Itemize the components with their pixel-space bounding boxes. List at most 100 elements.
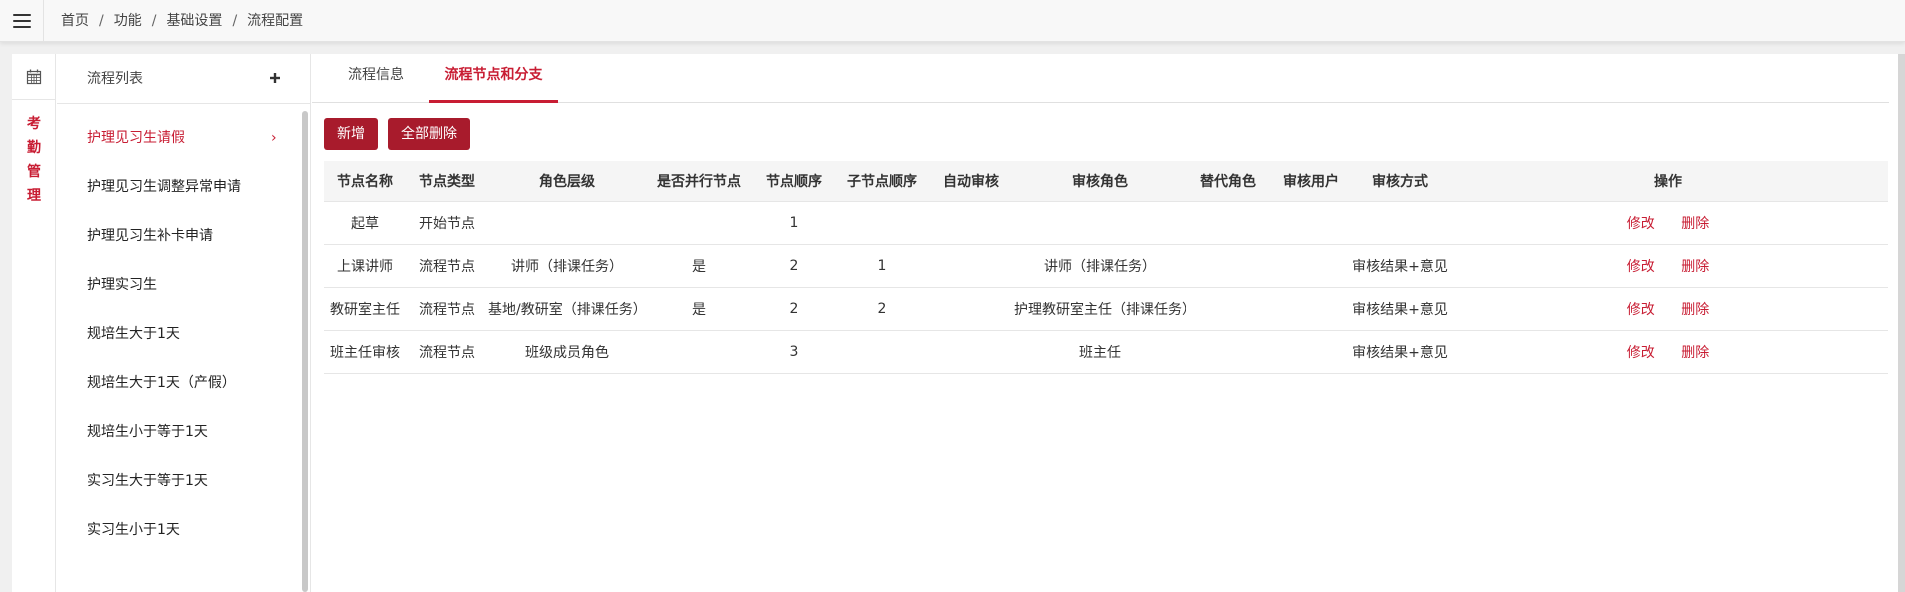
flow-list-item[interactable]: 护理见习生请假 › [57, 114, 303, 163]
attendance-module-label[interactable]: 考 勤 管 理 [12, 112, 56, 208]
module-rail: 考 勤 管 理 [12, 54, 56, 592]
cell-auto-review [928, 244, 1014, 288]
node-table: 节点名称 节点类型 角色层级 是否并行节点 节点顺序 子节点顺序 自动审核 审核… [324, 161, 1888, 374]
cell-actions: 修改 删除 [1448, 201, 1888, 245]
cell-node-type: 流程节点 [406, 330, 488, 374]
cell-role-level [488, 201, 646, 245]
delete-link[interactable]: 删除 [1681, 216, 1709, 232]
flow-list-item-label: 护理见习生请假 [87, 130, 185, 146]
cell-sub-order: 2 [836, 287, 928, 331]
delete-link[interactable]: 删除 [1681, 345, 1709, 361]
module-label-char: 管 [27, 164, 41, 180]
cell-review-method: 审核结果+意见 [1352, 330, 1448, 374]
tab-bar: 流程信息 流程节点和分支 [312, 54, 1889, 103]
cell-role-level: 讲师（排课任务） [488, 244, 646, 288]
table-row: 起草 开始节点 1 修改 删除 [324, 201, 1888, 245]
cell-review-method: 审核结果+意见 [1352, 287, 1448, 331]
flow-list-item[interactable]: 规培生大于1天 [57, 310, 303, 359]
cell-review-role [1014, 201, 1186, 245]
flow-list-item[interactable]: 护理实习生 [57, 261, 303, 310]
menu-toggle-button[interactable] [0, 0, 44, 42]
flow-list-item-label: 实习生大于等于1天 [87, 473, 208, 489]
cell-alt-role [1186, 330, 1270, 374]
flow-list-item-label: 规培生小于等于1天 [87, 424, 208, 440]
cell-sub-order [836, 330, 928, 374]
cell-auto-review [928, 330, 1014, 374]
cell-parallel [646, 201, 752, 245]
column-header: 自动审核 [928, 161, 1014, 202]
cell-alt-role [1186, 287, 1270, 331]
cell-node-order: 2 [752, 244, 836, 288]
main-panel: 考 勤 管 理 流程列表 护理见习生请假 › 护理见习生调整异常申请 护理见习生… [12, 54, 1905, 592]
cell-node-type: 流程节点 [406, 244, 488, 288]
flow-list-item[interactable]: 实习生大于等于1天 [57, 457, 303, 506]
edit-link[interactable]: 修改 [1627, 345, 1655, 361]
top-bar: 首页 / 功能 / 基础设置 / 流程配置 [0, 0, 1905, 42]
flow-list-item[interactable]: 规培生大于1天（产假） [57, 359, 303, 408]
edit-link[interactable]: 修改 [1627, 259, 1655, 275]
cell-review-method: 审核结果+意见 [1352, 244, 1448, 288]
column-header: 节点类型 [406, 161, 488, 202]
breadcrumb-separator: / [99, 13, 104, 29]
cell-node-type: 流程节点 [406, 287, 488, 331]
chevron-right-icon: › [271, 130, 277, 146]
flow-list-item-label: 护理见习生调整异常申请 [87, 179, 241, 195]
delete-link[interactable]: 删除 [1681, 259, 1709, 275]
breadcrumb-basic-settings[interactable]: 基础设置 [166, 0, 222, 42]
cell-node-type: 开始节点 [406, 201, 488, 245]
cell-review-role: 护理教研室主任（排课任务） [1014, 287, 1186, 331]
cell-review-method [1352, 201, 1448, 245]
calendar-icon[interactable] [12, 54, 56, 100]
flow-list-title: 流程列表 [87, 71, 143, 87]
cell-parallel: 是 [646, 287, 752, 331]
cell-alt-role [1186, 201, 1270, 245]
edit-link[interactable]: 修改 [1627, 302, 1655, 318]
tab-flow-nodes-branches[interactable]: 流程节点和分支 [429, 54, 558, 103]
column-header: 审核方式 [1352, 161, 1448, 202]
cell-sub-order: 1 [836, 244, 928, 288]
menu-icon [12, 14, 31, 28]
flow-list-scrollbar[interactable] [302, 111, 308, 592]
cell-actions: 修改 删除 [1448, 330, 1888, 374]
flow-list-panel: 流程列表 护理见习生请假 › 护理见习生调整异常申请 护理见习生补卡申请 护理实… [57, 54, 311, 592]
flow-list-item-label: 实习生小于1天 [87, 522, 180, 538]
column-header: 角色层级 [488, 161, 646, 202]
cell-review-user [1270, 330, 1352, 374]
cell-review-role: 班主任 [1014, 330, 1186, 374]
cell-node-order: 2 [752, 287, 836, 331]
add-button[interactable]: 新增 [324, 118, 378, 150]
cell-node-name: 班主任审核 [324, 330, 406, 374]
cell-node-name: 上课讲师 [324, 244, 406, 288]
delete-link[interactable]: 删除 [1681, 302, 1709, 318]
content-scrollbar[interactable] [1898, 54, 1905, 592]
delete-all-button[interactable]: 全部删除 [388, 118, 470, 150]
cell-role-level: 班级成员角色 [488, 330, 646, 374]
module-label-char: 勤 [27, 140, 41, 156]
flow-list-item[interactable]: 护理见习生补卡申请 [57, 212, 303, 261]
cell-parallel: 是 [646, 244, 752, 288]
flow-list-item[interactable]: 实习生小于1天 [57, 506, 303, 555]
breadcrumb-separator: / [151, 13, 157, 29]
cell-alt-role [1186, 244, 1270, 288]
flow-list-item[interactable]: 护理见习生调整异常申请 [57, 163, 303, 212]
cell-parallel [646, 330, 752, 374]
cell-role-level: 基地/教研室（排课任务） [488, 287, 646, 331]
cell-review-user [1270, 287, 1352, 331]
breadcrumb-function[interactable]: 功能 [114, 0, 142, 42]
flow-list-item[interactable]: 规培生小于等于1天 [57, 408, 303, 457]
table-row: 上课讲师 流程节点 讲师（排课任务） 是 2 1 讲师（排课任务） 审核结果+意… [324, 244, 1888, 288]
table-header-row: 节点名称 节点类型 角色层级 是否并行节点 节点顺序 子节点顺序 自动审核 审核… [324, 161, 1888, 202]
module-label-char: 考 [27, 116, 41, 132]
plus-icon[interactable] [266, 69, 284, 87]
column-header: 审核用户 [1270, 161, 1352, 202]
cell-review-user [1270, 244, 1352, 288]
tab-flow-info[interactable]: 流程信息 [344, 54, 408, 103]
column-header: 替代角色 [1186, 161, 1270, 202]
table-row: 教研室主任 流程节点 基地/教研室（排课任务） 是 2 2 护理教研室主任（排课… [324, 287, 1888, 331]
flow-list-item-label: 护理见习生补卡申请 [87, 228, 213, 244]
flow-list-item-label: 规培生大于1天 [87, 326, 180, 342]
breadcrumb-home[interactable]: 首页 [61, 0, 89, 42]
cell-sub-order [836, 201, 928, 245]
column-header: 是否并行节点 [646, 161, 752, 202]
edit-link[interactable]: 修改 [1627, 216, 1655, 232]
